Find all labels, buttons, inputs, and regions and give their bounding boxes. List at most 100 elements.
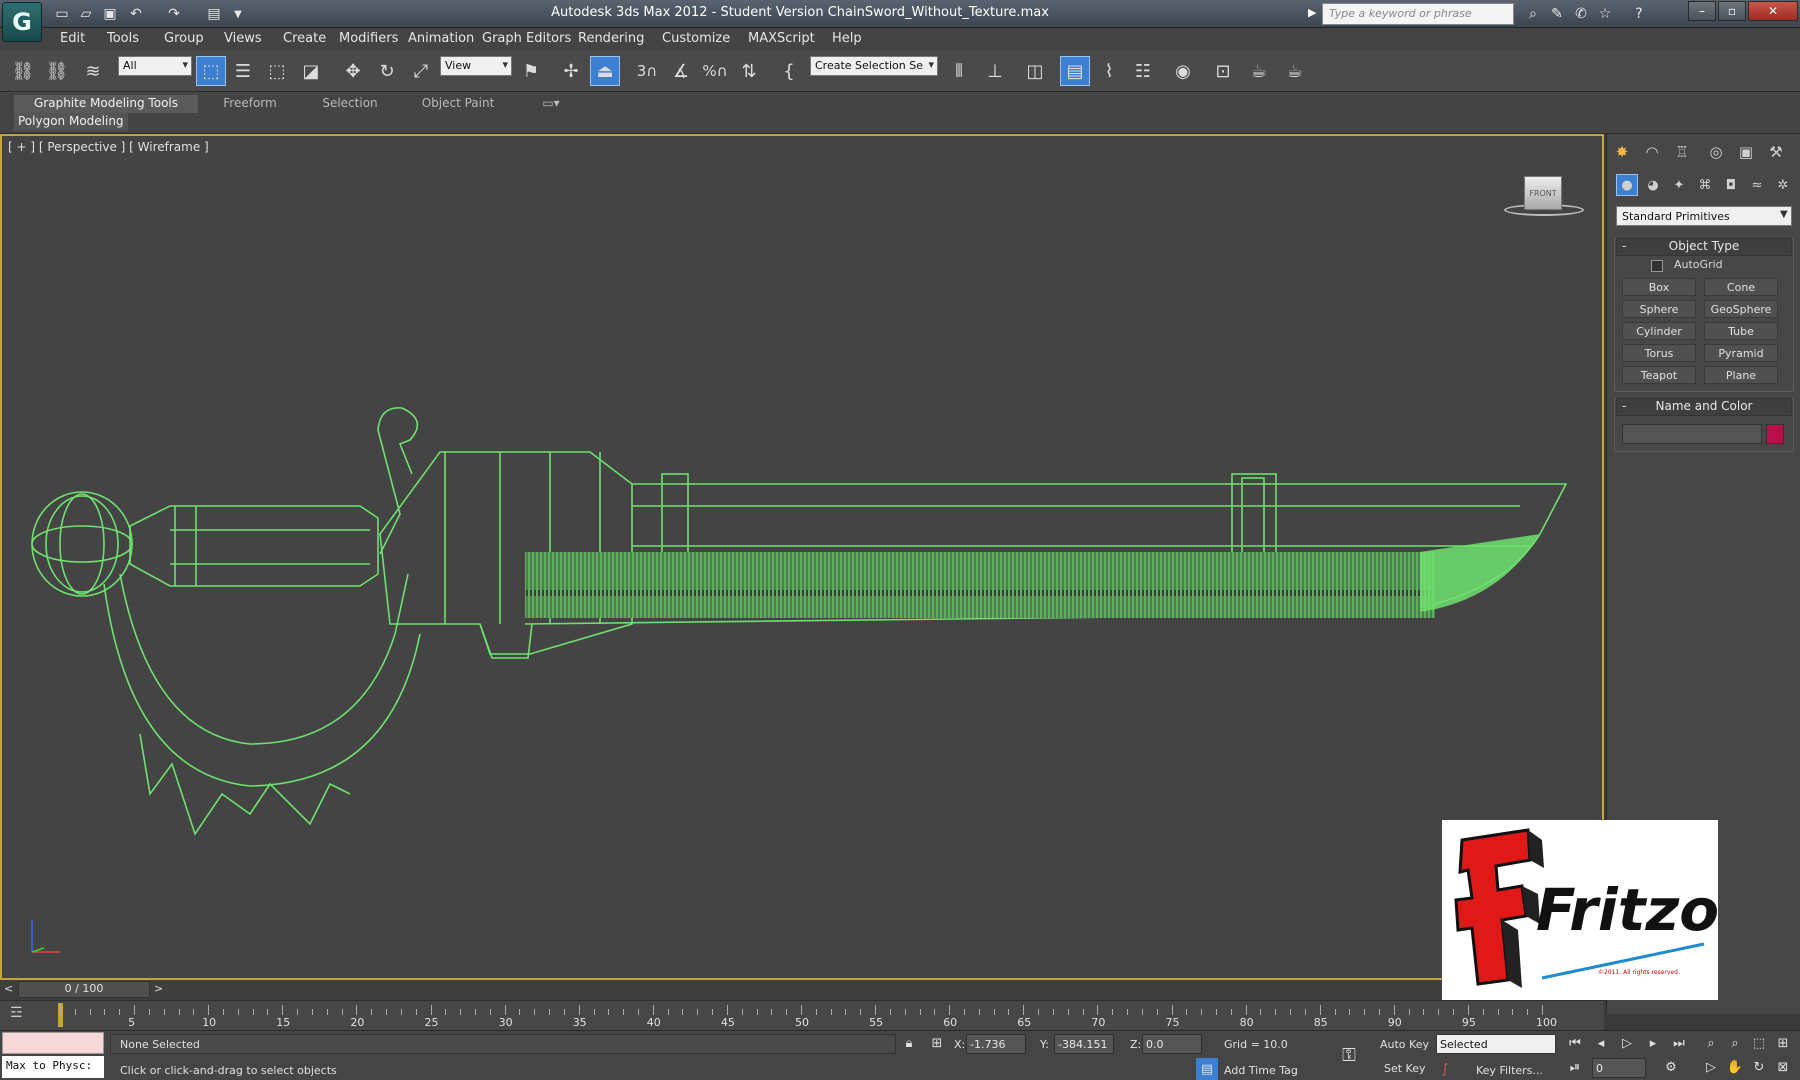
go-to-start-icon[interactable]: ⏮ xyxy=(1564,1032,1586,1054)
object-type-header[interactable]: - Object Type xyxy=(1616,238,1792,256)
keyboard-shortcut-override-icon[interactable]: ⏏ xyxy=(590,56,620,86)
percent-snap-icon[interactable]: %∩ xyxy=(700,56,730,86)
pan-view-icon[interactable]: ✋ xyxy=(1724,1056,1746,1078)
curve-editor-icon[interactable]: ⌇ xyxy=(1094,56,1124,86)
project-folder-icon[interactable]: ▤ xyxy=(204,4,224,24)
manipulate-icon[interactable]: ✢ xyxy=(556,56,586,86)
cone-button[interactable]: Cone xyxy=(1704,278,1778,296)
binoculars-icon[interactable]: ⌕ xyxy=(1522,4,1544,24)
box-button[interactable]: Box xyxy=(1622,278,1696,296)
previous-frame-icon[interactable]: ◂ xyxy=(1590,1032,1612,1054)
selection-lock-icon[interactable]: 🔒︎ xyxy=(898,1032,920,1054)
render-setup-icon[interactable]: ⊡ xyxy=(1208,56,1238,86)
menu-rendering[interactable]: Rendering xyxy=(578,31,644,46)
new-file-icon[interactable]: ▭ xyxy=(52,4,72,24)
menu-views[interactable]: Views xyxy=(224,31,262,46)
chevron-down-icon[interactable]: ▼ xyxy=(1780,209,1788,220)
auto-key-button[interactable]: Auto Key xyxy=(1380,1038,1429,1051)
rotate-icon[interactable]: ↻ xyxy=(372,56,402,86)
utilities-tab-icon[interactable]: ⚒ xyxy=(1764,140,1788,164)
maximize-button[interactable]: ▫ xyxy=(1718,1,1746,21)
reference-coordinate-dropdown[interactable]: View xyxy=(440,56,512,76)
tab-selection[interactable]: Selection xyxy=(304,95,396,113)
panel-polygon-modeling[interactable]: Polygon Modeling xyxy=(14,113,128,131)
spinner-snap-icon[interactable]: ⇅ xyxy=(734,56,764,86)
save-icon[interactable]: ▣ xyxy=(100,4,120,24)
modify-tab-icon[interactable]: ◠ xyxy=(1640,140,1664,164)
space-warps-icon[interactable]: ≈ xyxy=(1746,174,1768,196)
menu-tools[interactable]: Tools xyxy=(107,31,139,46)
time-configuration-icon[interactable]: ⚙ xyxy=(1660,1056,1682,1078)
tab-graphite-modeling-tools[interactable]: Graphite Modeling Tools xyxy=(14,95,198,113)
y-coord-field[interactable]: -384.151 xyxy=(1054,1034,1114,1054)
bind-space-warp-icon[interactable]: ≋ xyxy=(78,56,108,86)
quick-access-dropdown-icon[interactable]: ▼ xyxy=(228,4,248,24)
shapes-icon[interactable]: ◕ xyxy=(1642,174,1664,196)
teapot-button[interactable]: Teapot xyxy=(1622,366,1696,384)
set-key-icon[interactable]: ⚿ xyxy=(1338,1044,1360,1066)
rendered-frame-window-icon[interactable]: ☕ xyxy=(1244,56,1274,86)
cylinder-button[interactable]: Cylinder xyxy=(1622,322,1696,340)
window-crossing-icon[interactable]: ◪ xyxy=(296,56,326,86)
render-production-icon[interactable]: ☕ xyxy=(1280,56,1310,86)
hierarchy-tab-icon[interactable]: ♖ xyxy=(1670,140,1694,164)
geosphere-button[interactable]: GeoSphere xyxy=(1704,300,1778,318)
maximize-viewport-icon[interactable]: ⊠ xyxy=(1772,1056,1794,1078)
communication-center-icon[interactable]: ✆ xyxy=(1570,4,1592,24)
select-object-icon[interactable]: ⬚ xyxy=(196,56,226,86)
edit-named-selections-icon[interactable]: { xyxy=(774,56,804,86)
ribbon-options-icon[interactable]: ▭▾ xyxy=(536,95,566,113)
motion-tab-icon[interactable]: ◎ xyxy=(1704,140,1728,164)
menu-group[interactable]: Group xyxy=(164,31,204,46)
redo-icon[interactable]: ↷ xyxy=(164,4,184,24)
scale-icon[interactable]: ⤢ xyxy=(406,56,436,86)
menu-animation[interactable]: Animation xyxy=(408,31,474,46)
menu-help[interactable]: Help xyxy=(832,31,862,46)
tab-object-paint[interactable]: Object Paint xyxy=(406,95,510,113)
menu-modifiers[interactable]: Modifiers xyxy=(339,31,398,46)
absolute-mode-icon[interactable]: ⊞ xyxy=(926,1032,948,1054)
link-icon[interactable]: ⛓ xyxy=(8,56,38,86)
menu-maxscript[interactable]: MAXScript xyxy=(748,31,815,46)
mirror-icon[interactable]: ⫴ xyxy=(944,56,974,86)
align-icon[interactable]: ⊥ xyxy=(980,56,1010,86)
default-in-out-tangents-icon[interactable]: ∫ xyxy=(1434,1058,1456,1080)
close-button[interactable]: ✕ xyxy=(1748,1,1798,21)
name-and-color-header[interactable]: - Name and Color xyxy=(1616,398,1792,416)
orbit-icon[interactable]: ↻ xyxy=(1748,1056,1770,1078)
menu-customize[interactable]: Customize xyxy=(662,31,730,46)
menu-edit[interactable]: Edit xyxy=(60,31,85,46)
menu-graph-editors[interactable]: Graph Editors xyxy=(482,31,571,46)
lights-icon[interactable]: ✦ xyxy=(1668,174,1690,196)
go-to-end-icon[interactable]: ⏭ xyxy=(1668,1032,1690,1054)
display-tab-icon[interactable]: ▣ xyxy=(1734,140,1758,164)
key-filters-button[interactable]: Key Filters... xyxy=(1476,1064,1543,1077)
key-mode-dropdown[interactable]: Selected xyxy=(1436,1034,1556,1054)
time-slider[interactable]: 0 / 100 xyxy=(18,981,150,998)
zoom-icon[interactable]: ⌕ xyxy=(1700,1032,1722,1054)
object-name-field[interactable] xyxy=(1622,424,1762,444)
graphite-toggle-icon[interactable]: ▤ xyxy=(1060,56,1090,86)
help-icon[interactable]: ? xyxy=(1628,4,1650,24)
create-tab-icon[interactable]: ✸ xyxy=(1610,140,1634,164)
x-coord-field[interactable]: -1.736 xyxy=(966,1034,1026,1054)
cameras-icon[interactable]: ⌘ xyxy=(1694,174,1716,196)
search-input[interactable]: Type a keyword or phrase xyxy=(1322,3,1514,25)
maxscript-mini-listener[interactable]: Max to Physc: xyxy=(2,1056,104,1078)
move-icon[interactable]: ✥ xyxy=(338,56,368,86)
expand-arrow-icon[interactable]: ▶ xyxy=(1308,6,1316,19)
pyramid-button[interactable]: Pyramid xyxy=(1704,344,1778,362)
time-tag-icon[interactable]: ▤ xyxy=(1196,1058,1218,1080)
angle-snap-icon[interactable]: ∡ xyxy=(666,56,696,86)
zoom-all-icon[interactable]: ⌕ xyxy=(1724,1032,1746,1054)
zoom-extents-all-icon[interactable]: ⊞ xyxy=(1772,1032,1794,1054)
named-selection-dropdown[interactable]: Create Selection Se xyxy=(810,56,938,76)
play-icon[interactable]: ▷ xyxy=(1616,1032,1638,1054)
z-coord-field[interactable]: 0.0 xyxy=(1142,1034,1202,1054)
systems-icon[interactable]: ✲ xyxy=(1772,174,1794,196)
primitive-category-dropdown[interactable]: Standard Primitives xyxy=(1616,206,1792,226)
current-frame-field[interactable]: 0 xyxy=(1592,1058,1646,1078)
time-prev-arrow-icon[interactable]: < xyxy=(4,982,13,995)
autogrid-checkbox[interactable] xyxy=(1651,260,1663,272)
torus-button[interactable]: Torus xyxy=(1622,344,1696,362)
